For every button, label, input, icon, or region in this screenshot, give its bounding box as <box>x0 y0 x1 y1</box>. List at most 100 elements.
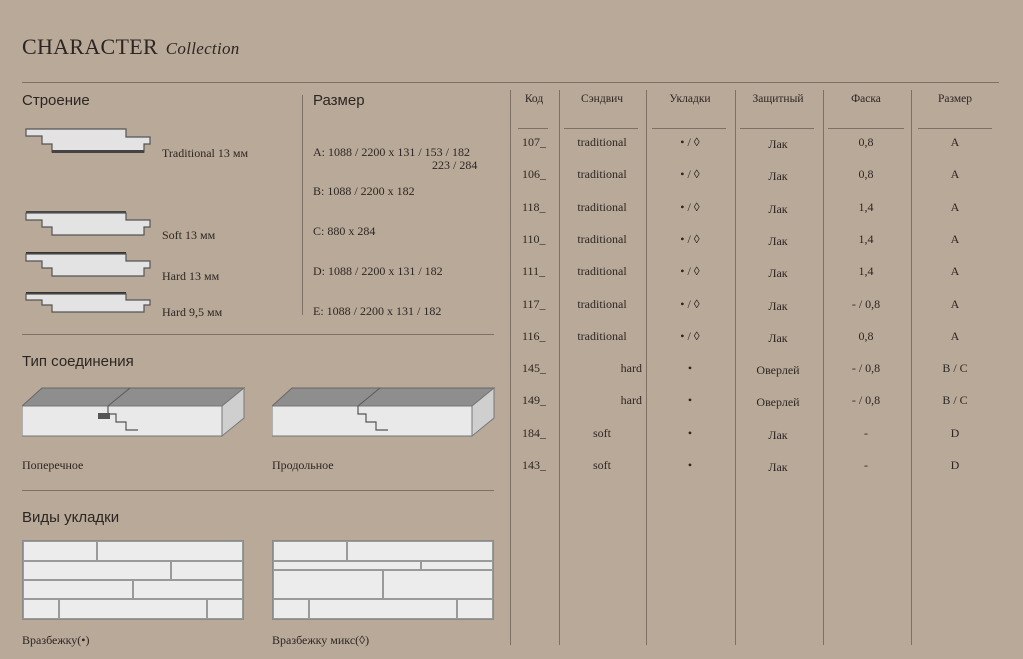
plank-traditional-icon <box>25 128 151 153</box>
joint-transverse-icon <box>22 386 246 438</box>
table-cell-bevel: - / 0,8 <box>851 296 881 311</box>
table-cell-layout: • / ◊ <box>680 328 700 343</box>
structure-label-hard95: Hard 9,5 мм <box>162 305 223 319</box>
table-cell-bevel: - / 0,8 <box>851 393 881 408</box>
table-cell-sandwich: traditional <box>577 167 627 182</box>
table-cell-size: D <box>950 458 960 472</box>
size-heading: Размер <box>313 92 365 109</box>
table-cell-code: 143_ <box>522 458 546 472</box>
table-cell-layout: • / ◊ <box>680 296 700 311</box>
table-cell-layout: • <box>687 393 693 408</box>
table-cell-sandwich: hard <box>620 361 642 376</box>
table-cell-sandwich: traditional <box>577 296 627 311</box>
table-vline-5 <box>823 90 824 645</box>
table-cell-bevel: - <box>864 458 868 472</box>
table-cell-protection: Оверлей <box>756 395 800 410</box>
plank-hard13-icon <box>25 252 151 277</box>
table-cell-bevel: 0,8 <box>858 328 874 343</box>
table-vline-6 <box>911 90 912 645</box>
structure-size-divider <box>302 95 303 315</box>
table-cell-size: A <box>950 199 960 214</box>
table-cell-protection: Лак <box>768 233 788 248</box>
table-cell-size: D <box>950 425 960 440</box>
section-divider-1 <box>22 334 494 335</box>
table-cell-sandwich: traditional <box>577 199 627 214</box>
table-cell-protection: Лак <box>768 137 788 151</box>
table-cell-protection: Лак <box>768 427 788 442</box>
layout-mixed-icon <box>272 540 494 620</box>
table-cell-code: 110_ <box>522 231 546 246</box>
table-vline-3 <box>646 90 647 645</box>
plank-soft-icon <box>25 211 151 236</box>
size-row-b: B: 1088 / 2200 x 182 <box>313 184 415 198</box>
table-header-underline-3 <box>652 128 726 129</box>
table-header-underline-2 <box>564 128 638 129</box>
table-cell-layout: • / ◊ <box>680 167 700 182</box>
table-cell-bevel: - / 0,8 <box>851 361 881 376</box>
table-cell-size: B / C <box>942 361 968 376</box>
plank-hard95-icon <box>25 292 151 313</box>
layout-staggered-label: Вразбежку(•) <box>22 633 90 647</box>
table-header-underline-6 <box>918 128 992 129</box>
table-cell-protection: Лак <box>768 460 788 474</box>
table-header-layout: Укладки <box>669 93 711 105</box>
table-cell-sandwich: traditional <box>577 328 627 343</box>
table-cell-protection: Лак <box>768 330 788 345</box>
table-cell-code: 184_ <box>522 425 546 440</box>
table-cell-layout: • <box>687 458 693 472</box>
table-cell-bevel: - <box>864 425 868 440</box>
table-cell-size: B / C <box>942 393 968 408</box>
table-vline-4 <box>735 90 736 645</box>
table-header-sandwich: Сэндвич <box>580 93 624 105</box>
table-cell-bevel: 1,4 <box>858 264 874 279</box>
table-cell-sandwich: traditional <box>577 231 627 246</box>
table-cell-size: A <box>950 167 960 182</box>
table-cell-layout: • <box>687 361 693 376</box>
table-header-size: Размер <box>937 93 972 105</box>
table-cell-layout: • <box>687 425 693 440</box>
table-cell-bevel: 1,4 <box>858 199 874 214</box>
structure-label-hard13: Hard 13 мм <box>162 269 220 283</box>
table-cell-sandwich: traditional <box>577 135 627 149</box>
section-divider-2 <box>22 490 494 491</box>
table-cell-code: 106_ <box>522 167 546 182</box>
table-cell-sandwich: soft <box>593 458 611 472</box>
table-cell-size: A <box>950 231 960 246</box>
layout-staggered-icon <box>22 540 244 620</box>
table-cell-protection: Лак <box>768 201 788 216</box>
table-cell-layout: • / ◊ <box>680 135 700 149</box>
table-cell-protection: Лак <box>768 169 788 184</box>
table-cell-sandwich: traditional <box>577 264 627 279</box>
layout-mixed-label: Вразбежку микс(◊) <box>272 633 370 647</box>
joint-longitudinal-icon <box>272 386 496 438</box>
table-cell-size: A <box>950 328 960 343</box>
table-cell-protection: Лак <box>768 266 788 281</box>
table-cell-bevel: 1,4 <box>858 231 874 246</box>
table-cell-sandwich: hard <box>620 393 642 408</box>
joint-transverse-label: Поперечное <box>22 458 84 472</box>
joints-heading: Тип соединения <box>22 353 134 370</box>
joint-longitudinal-label: Продольное <box>272 458 334 472</box>
table-cell-code: 117_ <box>522 296 546 311</box>
table-cell-code: 111_ <box>522 264 546 279</box>
table-cell-code: 145_ <box>522 361 546 376</box>
title-divider <box>22 82 999 83</box>
title-main: CHARACTER <box>22 34 158 59</box>
table-cell-layout: • / ◊ <box>680 264 700 279</box>
table-cell-protection: Лак <box>768 298 788 313</box>
table-header-bevel: Фаска <box>851 93 881 105</box>
page-title: CHARACTER Collection <box>22 34 240 60</box>
table-cell-code: 149_ <box>522 393 546 408</box>
size-row-e: E: 1088 / 2200 x 131 / 182 <box>313 304 442 318</box>
table-cell-code: 118_ <box>522 199 546 214</box>
size-row-c: C: 880 x 284 <box>313 224 376 238</box>
table-cell-size: A <box>950 264 960 279</box>
table-cell-size: A <box>950 135 960 149</box>
table-header-protection: Защитный <box>752 93 804 105</box>
table-header-code: Код <box>524 93 544 105</box>
table-cell-code: 116_ <box>522 328 546 343</box>
table-cell-size: A <box>950 296 960 311</box>
size-row-a-cont: 223 / 284 <box>432 158 478 172</box>
table-cell-bevel: 0,8 <box>858 135 874 149</box>
structure-label-traditional: Traditional 13 мм <box>162 146 249 160</box>
